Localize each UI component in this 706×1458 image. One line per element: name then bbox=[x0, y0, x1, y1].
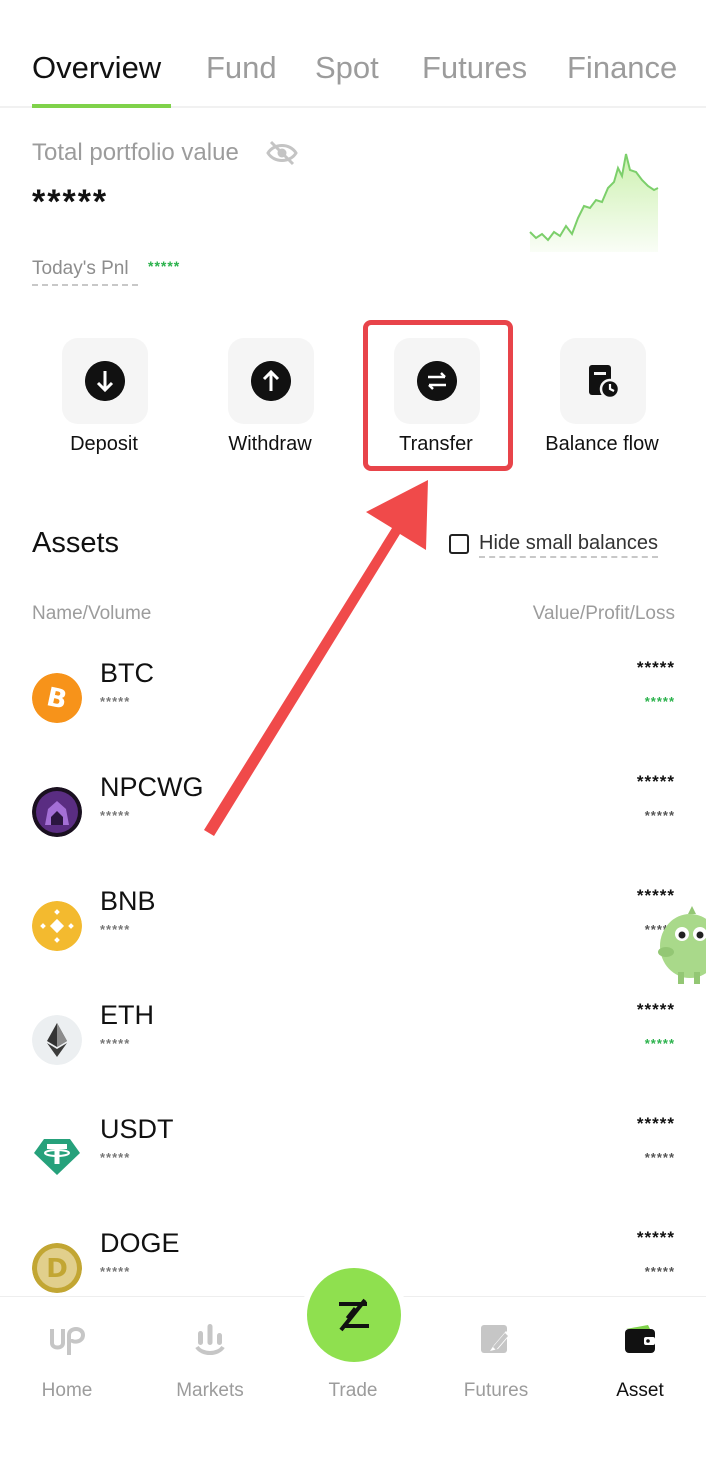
nav-futures-label: Futures bbox=[463, 1380, 529, 1401]
balance-flow-icon bbox=[589, 365, 621, 400]
wallet-icon bbox=[625, 1325, 655, 1353]
nav-asset-label: Asset bbox=[616, 1380, 664, 1401]
asset-volume: ***** bbox=[100, 1264, 131, 1279]
nav-asset[interactable]: Asset bbox=[580, 1297, 700, 1417]
todays-pnl-label[interactable]: Today's Pnl bbox=[32, 256, 138, 286]
asset-symbol: USDT bbox=[100, 1114, 174, 1144]
trade-button[interactable] bbox=[307, 1268, 401, 1362]
asset-symbol: DOGE bbox=[100, 1228, 180, 1258]
portfolio-value: ***** bbox=[32, 183, 109, 221]
bnb-logo-icon bbox=[32, 901, 82, 951]
asset-row-btc[interactable]: B BTC ***** ***** ***** bbox=[0, 656, 706, 770]
assets-title: Assets bbox=[32, 527, 120, 559]
withdraw-button[interactable]: Withdraw bbox=[195, 338, 345, 468]
home-logo-icon bbox=[50, 1327, 85, 1355]
doge-logo-icon: D bbox=[32, 1243, 82, 1293]
asset-volume: ***** bbox=[100, 922, 131, 937]
asset-row-bnb[interactable]: BNB ***** ***** ***** bbox=[0, 884, 706, 998]
tab-finance[interactable]: Finance bbox=[567, 48, 677, 88]
portfolio-label: Total portfolio value bbox=[32, 139, 239, 166]
asset-volume: ***** bbox=[100, 694, 131, 709]
tab-fund[interactable]: Fund bbox=[206, 48, 277, 88]
hide-small-balances-label[interactable]: Hide small balances bbox=[479, 530, 658, 558]
eth-logo-icon bbox=[32, 1015, 82, 1065]
asset-value: ***** bbox=[636, 1000, 675, 1019]
top-tabs: Overview Fund Spot Futures Finance bbox=[0, 0, 706, 108]
asset-value: ***** bbox=[636, 658, 675, 677]
asset-value: ***** bbox=[636, 1228, 675, 1247]
balance-flow-button[interactable]: Balance flow bbox=[527, 338, 677, 468]
mascot-icon[interactable] bbox=[652, 906, 706, 984]
tab-spot[interactable]: Spot bbox=[315, 48, 379, 88]
trade-icon bbox=[339, 1298, 369, 1332]
column-name-volume: Name/Volume bbox=[32, 603, 152, 624]
futures-icon bbox=[481, 1325, 510, 1353]
arrow-down-icon bbox=[85, 361, 125, 401]
asset-symbol: BTC bbox=[100, 658, 154, 688]
asset-volume: ***** bbox=[100, 1036, 131, 1051]
markets-icon bbox=[195, 1324, 225, 1355]
npcwg-logo-icon bbox=[32, 787, 82, 837]
asset-row-usdt[interactable]: USDT ***** ***** ***** bbox=[0, 1112, 706, 1226]
column-value-pnl: Value/Profit/Loss bbox=[532, 603, 675, 624]
transfer-highlight-box bbox=[363, 320, 513, 471]
asset-pnl: ***** bbox=[644, 1264, 675, 1279]
asset-value: ***** bbox=[636, 886, 675, 905]
asset-volume: ***** bbox=[100, 808, 131, 823]
asset-pnl: ***** bbox=[644, 1150, 675, 1165]
todays-pnl-value: ***** bbox=[148, 258, 181, 274]
withdraw-label: Withdraw bbox=[228, 433, 312, 455]
asset-symbol: BNB bbox=[100, 886, 156, 916]
btc-logo-icon: B bbox=[32, 673, 82, 723]
nav-markets-label: Markets bbox=[176, 1380, 244, 1401]
svg-text:D: D bbox=[46, 1254, 68, 1284]
nav-trade-label: Trade bbox=[328, 1380, 378, 1401]
hide-small-balances-checkbox[interactable] bbox=[449, 534, 469, 554]
nav-futures[interactable]: Futures bbox=[436, 1297, 556, 1417]
asset-pnl: ***** bbox=[644, 808, 675, 823]
asset-row-eth[interactable]: ETH ***** ***** ***** bbox=[0, 998, 706, 1112]
active-tab-indicator bbox=[32, 104, 171, 108]
asset-value: ***** bbox=[636, 772, 675, 791]
usdt-logo-icon bbox=[34, 1139, 80, 1175]
balance-flow-label: Balance flow bbox=[545, 433, 659, 455]
deposit-label: Deposit bbox=[70, 433, 138, 455]
asset-pnl: ***** bbox=[644, 1036, 675, 1051]
deposit-button[interactable]: Deposit bbox=[29, 338, 179, 468]
asset-symbol: NPCWG bbox=[100, 772, 204, 802]
asset-pnl: ***** bbox=[644, 694, 675, 709]
tab-overview[interactable]: Overview bbox=[32, 48, 161, 88]
nav-home-label: Home bbox=[41, 1380, 93, 1401]
nav-home[interactable]: Home bbox=[7, 1297, 127, 1417]
arrow-up-icon bbox=[251, 361, 291, 401]
asset-symbol: ETH bbox=[100, 1000, 154, 1030]
tab-futures[interactable]: Futures bbox=[422, 48, 527, 88]
hide-eye-icon[interactable] bbox=[266, 140, 298, 166]
asset-row-npcwg[interactable]: NPCWG ***** ***** ***** bbox=[0, 770, 706, 884]
asset-value: ***** bbox=[636, 1114, 675, 1133]
portfolio-sparkline bbox=[529, 153, 659, 252]
nav-markets[interactable]: Markets bbox=[150, 1297, 270, 1417]
asset-volume: ***** bbox=[100, 1150, 131, 1165]
